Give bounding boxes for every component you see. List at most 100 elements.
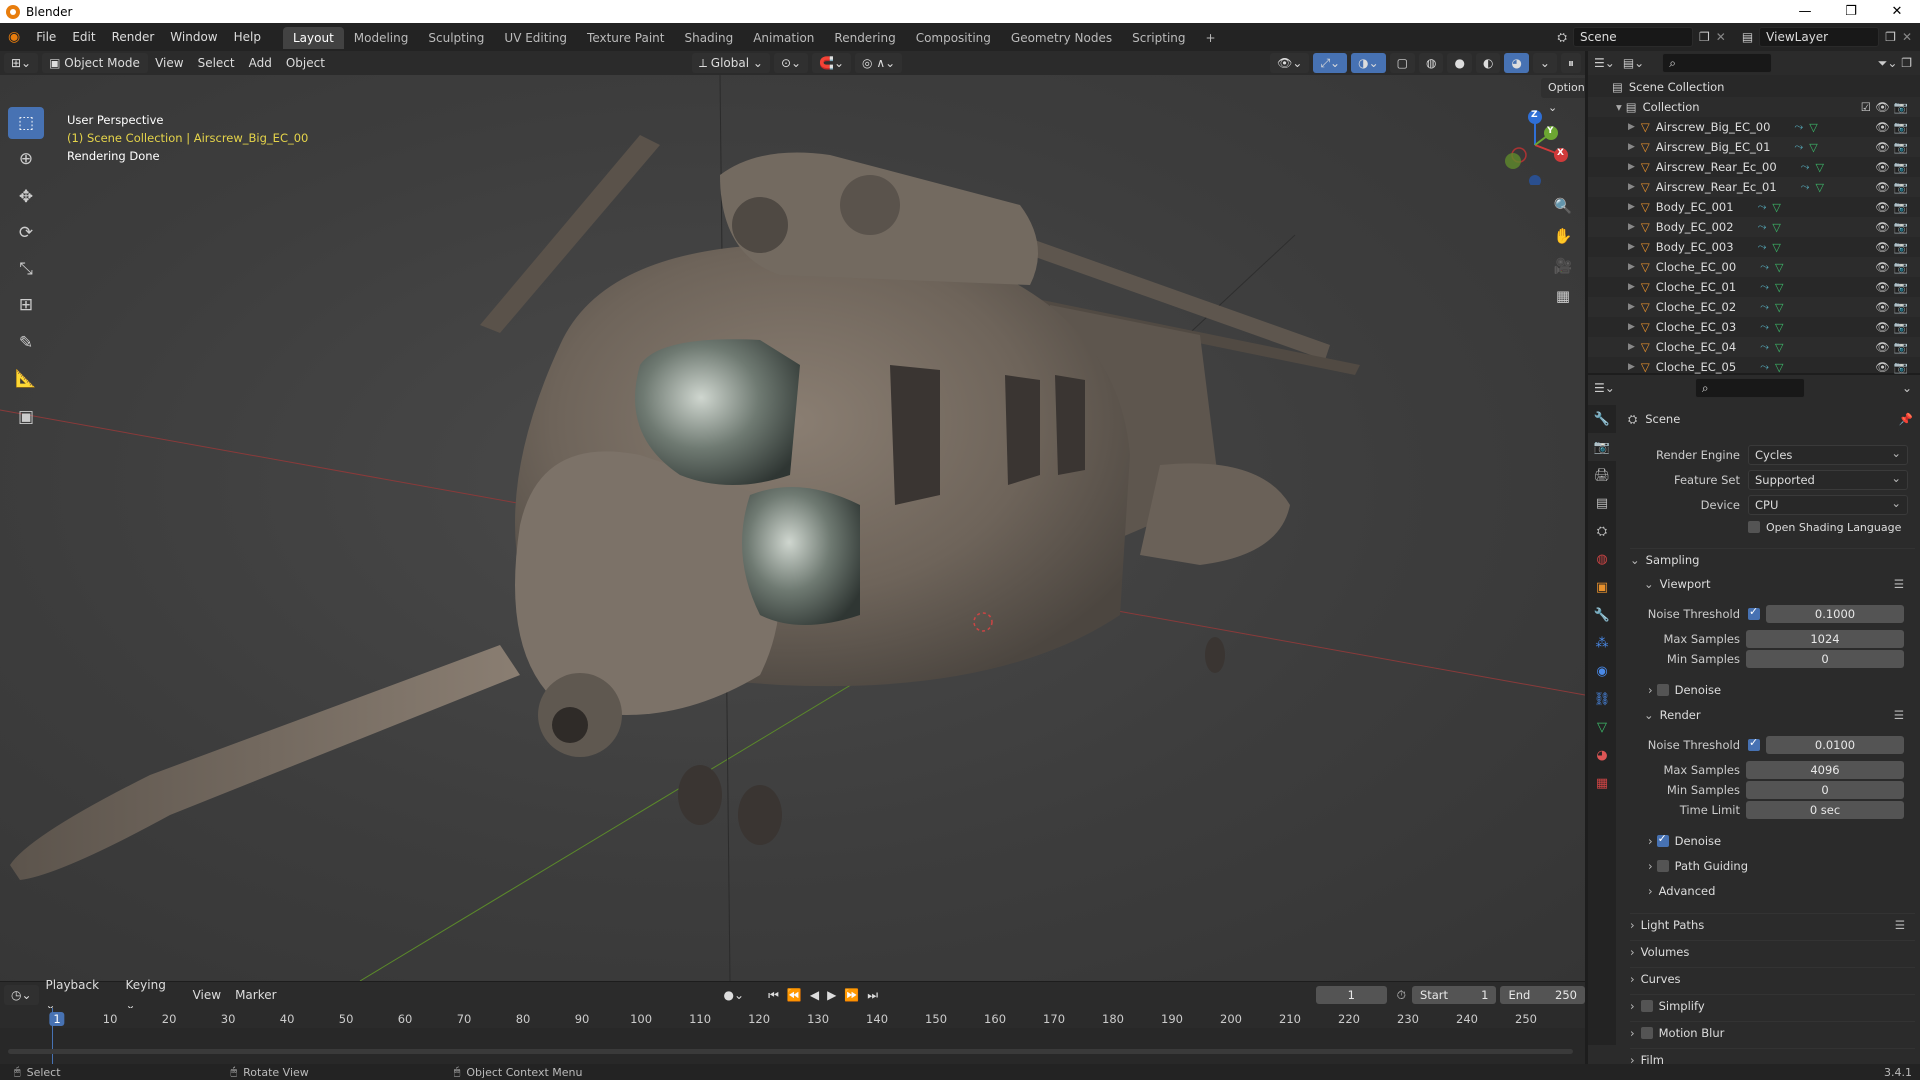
outliner-object-row[interactable]: ▶ ▽ Airscrew_Big_EC_00 ⤳ ▽ 👁📷 [1588, 117, 1920, 137]
timeline-ruler[interactable]: 1 10 20 30 40 50 60 70 80 90 100 110 120 130 140 150 160… [0, 1008, 1585, 1028]
tab-rendering[interactable]: Rendering [824, 27, 905, 49]
next-keyframe-icon[interactable]: ⏩ [844, 988, 859, 1003]
menu-edit[interactable]: Edit [64, 23, 103, 51]
3d-viewport[interactable]: User Perspective (1) Scene Collection | … [0, 75, 1585, 981]
viewport-menu-view[interactable]: View [148, 53, 190, 73]
visibility-icon[interactable]: 👁⌄ [1270, 53, 1310, 73]
panel-header[interactable]: › Simplify [1630, 994, 1915, 1016]
tab-geometry-nodes[interactable]: Geometry Nodes [1001, 27, 1122, 49]
panel-checkbox[interactable] [1640, 1026, 1653, 1039]
scale-tool-icon[interactable]: ⤡ [8, 253, 44, 285]
proportional-edit-icon[interactable]: ◎ ∧⌄ [855, 53, 903, 73]
tab-scripting[interactable]: Scripting [1122, 27, 1195, 49]
scene-name-field[interactable]: Scene [1573, 27, 1693, 47]
expand-arrow-icon[interactable]: ▶ [1628, 322, 1635, 332]
transform-orientation-dropdown[interactable]: ⟂ Global ⌄ [691, 53, 770, 73]
select-box-tool-icon[interactable]: ⬚ [8, 107, 44, 139]
minimize-button[interactable]: — [1782, 4, 1828, 19]
pan-hand-icon[interactable]: ✋ [1550, 223, 1576, 249]
expand-arrow-icon[interactable]: ▶ [1628, 222, 1635, 232]
expand-arrow-icon[interactable]: ▶ [1628, 282, 1635, 292]
record-icon[interactable]: ●⌄ [724, 988, 745, 1002]
properties-editor-icon[interactable]: ☰⌄ [1594, 381, 1615, 395]
visibility-toggles-icon[interactable]: 👁📷 [1875, 360, 1920, 374]
display-mode-icon[interactable]: ▤⌄ [1623, 56, 1644, 70]
material-tab-icon[interactable]: ◕ [1588, 741, 1616, 769]
vp-denoise-checkbox[interactable] [1656, 684, 1669, 696]
outliner-object-row[interactable]: ▶ ▽ Body_EC_001 ⤳ ▽ 👁📷 [1588, 197, 1920, 217]
expand-arrow-icon[interactable]: ▶ [1628, 162, 1635, 172]
tab-sculpting[interactable]: Sculpting [418, 27, 494, 49]
rotate-tool-icon[interactable]: ⟳ [8, 217, 44, 249]
visibility-toggles-icon[interactable]: 👁📷 [1875, 120, 1920, 134]
delete-scene-icon[interactable]: ✕ [1716, 30, 1726, 44]
view-layer-tab-icon[interactable]: ▤ [1588, 489, 1616, 517]
shading-solid-icon[interactable]: ● [1447, 53, 1472, 73]
path-guiding-row[interactable]: › Path Guiding [1648, 856, 1908, 876]
expand-arrow-icon[interactable]: ▶ [1628, 362, 1635, 372]
maximize-button[interactable]: ❐ [1828, 4, 1874, 19]
render-subpanel-header[interactable]: ⌄ Render ☰ [1644, 704, 1914, 726]
add-cube-tool-icon[interactable]: ▣ [8, 401, 44, 433]
visibility-toggles-icon[interactable]: 👁📷 [1875, 220, 1920, 234]
move-tool-icon[interactable]: ✥ [8, 181, 44, 213]
outliner-object-row[interactable]: ▶ ▽ Cloche_EC_02 ⤳ ▽ 👁📷 [1588, 297, 1920, 317]
preset-list-icon[interactable]: ☰ [1894, 708, 1904, 722]
outliner-object-row[interactable]: ▶ ▽ Airscrew_Rear_Ec_01 ⤳ ▽ 👁📷 [1588, 177, 1920, 197]
mode-dropdown[interactable]: ▣ Object Mode ⌄ [42, 53, 149, 90]
panel-header[interactable]: › Motion Blur [1630, 1021, 1915, 1043]
tab-uv-editing[interactable]: UV Editing [494, 27, 577, 49]
expand-arrow-icon[interactable]: ▶ [1628, 182, 1635, 192]
feature-set-dropdown[interactable]: Supported [1748, 469, 1908, 490]
render-engine-dropdown[interactable]: Cycles [1748, 444, 1908, 465]
particles-tab-icon[interactable]: ⁂ [1588, 629, 1616, 657]
collection-toggles-icon[interactable]: ☑👁📷 [1861, 100, 1920, 114]
outliner-search-input[interactable]: ⌕ [1662, 53, 1773, 73]
tab-compositing[interactable]: Compositing [906, 27, 1001, 49]
grid-view-icon[interactable]: ▦ [1550, 283, 1576, 309]
delete-view-layer-icon[interactable]: ✕ [1902, 30, 1912, 44]
visibility-toggles-icon[interactable]: 👁📷 [1875, 160, 1920, 174]
new-view-layer-icon[interactable]: ❐ [1885, 30, 1896, 44]
camera-view-icon[interactable]: 🎥 [1550, 253, 1576, 279]
r-noise-threshold-field[interactable]: 0.0100 [1766, 736, 1904, 754]
panel-header[interactable]: › Volumes [1630, 940, 1915, 962]
advanced-row[interactable]: › Advanced [1648, 881, 1908, 901]
close-button[interactable]: ✕ [1874, 4, 1920, 19]
render-tab-icon[interactable]: 📷 [1588, 433, 1616, 461]
collapse-icon[interactable]: ▾ [1616, 100, 1622, 114]
shading-rendered-icon[interactable]: ◕ [1504, 53, 1529, 73]
r-noise-threshold-checkbox[interactable] [1748, 736, 1760, 751]
timeline-area[interactable]: 1 10 20 30 40 50 60 70 80 90 100 110 120 130 140 150 160… [0, 1008, 1585, 1064]
scene-collection-row[interactable]: ▤ Scene Collection [1588, 77, 1920, 97]
viewport-menu-select[interactable]: Select [191, 53, 242, 73]
vp-noise-threshold-checkbox[interactable] [1748, 605, 1760, 620]
preset-list-icon[interactable]: ☰ [1895, 918, 1905, 932]
visibility-toggles-icon[interactable]: 👁📷 [1875, 280, 1920, 294]
play-icon[interactable]: ▶ [827, 988, 836, 1003]
start-frame-field[interactable]: Start 1 [1411, 986, 1497, 1004]
filter-icon[interactable]: ⏷⌄ ❐ [1878, 56, 1920, 71]
timeline-scrollbar[interactable] [8, 1049, 1573, 1054]
vp-max-samples-field[interactable]: 1024 [1746, 630, 1904, 648]
outliner-editor-icon[interactable]: ☰⌄ [1594, 56, 1615, 70]
viewport-subpanel-header[interactable]: ⌄ Viewport ☰ [1644, 573, 1914, 595]
visibility-toggles-icon[interactable]: 👁📷 [1875, 260, 1920, 274]
tab-modeling[interactable]: Modeling [344, 27, 419, 49]
vp-min-samples-field[interactable]: 0 [1746, 650, 1904, 668]
data-tab-icon[interactable]: ▽ [1588, 713, 1616, 741]
scene-icon[interactable]: ⛭ [1557, 30, 1567, 45]
physics-tab-icon[interactable]: ◉ [1588, 657, 1616, 685]
navigation-gizmo[interactable]: Z Y X [1495, 105, 1575, 187]
add-workspace-button[interactable]: + [1196, 27, 1226, 49]
preset-list-icon[interactable]: ☰ [1894, 577, 1904, 591]
outliner-object-row[interactable]: ▶ ▽ Cloche_EC_00 ⤳ ▽ 👁📷 [1588, 257, 1920, 277]
properties-search-input[interactable]: ⌕ [1694, 378, 1805, 398]
visibility-toggles-icon[interactable]: 👁📷 [1875, 340, 1920, 354]
world-tab-icon[interactable]: ◍ [1588, 545, 1616, 573]
outliner-object-row[interactable]: ▶ ▽ Cloche_EC_04 ⤳ ▽ 👁📷 [1588, 337, 1920, 357]
expand-arrow-icon[interactable]: ▶ [1628, 242, 1635, 252]
sampling-panel-header[interactable]: ⌄ Sampling [1630, 548, 1915, 570]
menu-file[interactable]: File [28, 23, 64, 51]
vp-noise-threshold-field[interactable]: 0.1000 [1766, 605, 1904, 623]
